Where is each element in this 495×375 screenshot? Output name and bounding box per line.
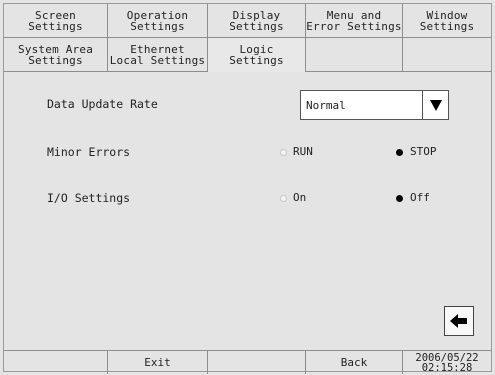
triangle-down-icon: [429, 99, 442, 111]
tab-display-settings[interactable]: Display Settings: [208, 4, 306, 38]
tab-window-settings[interactable]: Window Settings: [403, 4, 491, 38]
dropdown-arrow-button[interactable]: [422, 91, 448, 119]
arrow-left-icon: [450, 314, 467, 328]
io-settings-off-radio[interactable]: [396, 195, 403, 202]
bottom-empty-2: [208, 351, 306, 374]
io-settings-label: I/O Settings: [47, 191, 131, 205]
back-button[interactable]: Back: [306, 351, 403, 374]
minor-errors-run-label[interactable]: RUN: [293, 145, 313, 158]
tab-empty-1: [306, 38, 403, 72]
minor-errors-stop-radio[interactable]: [396, 149, 403, 156]
tab-operation-settings[interactable]: Operation Settings: [108, 4, 208, 38]
datetime-display: 2006/05/22 02:15:28: [415, 351, 479, 374]
bottom-empty-1: [4, 351, 108, 374]
data-update-rate-value: Normal: [306, 99, 346, 112]
bottom-bar: Exit Back 2006/05/22 02:15:28: [4, 350, 491, 374]
settings-window: Screen Settings Operation Settings Displ…: [3, 3, 492, 374]
tab-logic-settings[interactable]: Logic Settings: [207, 38, 306, 72]
io-settings-off-label[interactable]: Off: [410, 191, 430, 204]
tab-screen-settings[interactable]: Screen Settings: [4, 4, 108, 38]
tab-system-area-settings[interactable]: System Area Settings: [4, 38, 108, 72]
io-settings-on-label[interactable]: On: [293, 191, 306, 204]
minor-errors-label: Minor Errors: [47, 145, 131, 159]
minor-errors-run-radio[interactable]: [280, 149, 287, 156]
data-update-rate-select[interactable]: Normal: [300, 90, 449, 120]
minor-errors-stop-label[interactable]: STOP: [410, 145, 437, 158]
tab-menu-error-settings[interactable]: Menu and Error Settings: [306, 4, 403, 38]
exit-button[interactable]: Exit: [108, 351, 208, 374]
io-settings-on-radio[interactable]: [280, 195, 287, 202]
tab-ethernet-local-settings[interactable]: Ethernet Local Settings: [108, 38, 208, 72]
tab-empty-2: [403, 38, 491, 72]
data-update-rate-label: Data Update Rate: [47, 97, 158, 111]
back-arrow-button[interactable]: [444, 306, 474, 336]
